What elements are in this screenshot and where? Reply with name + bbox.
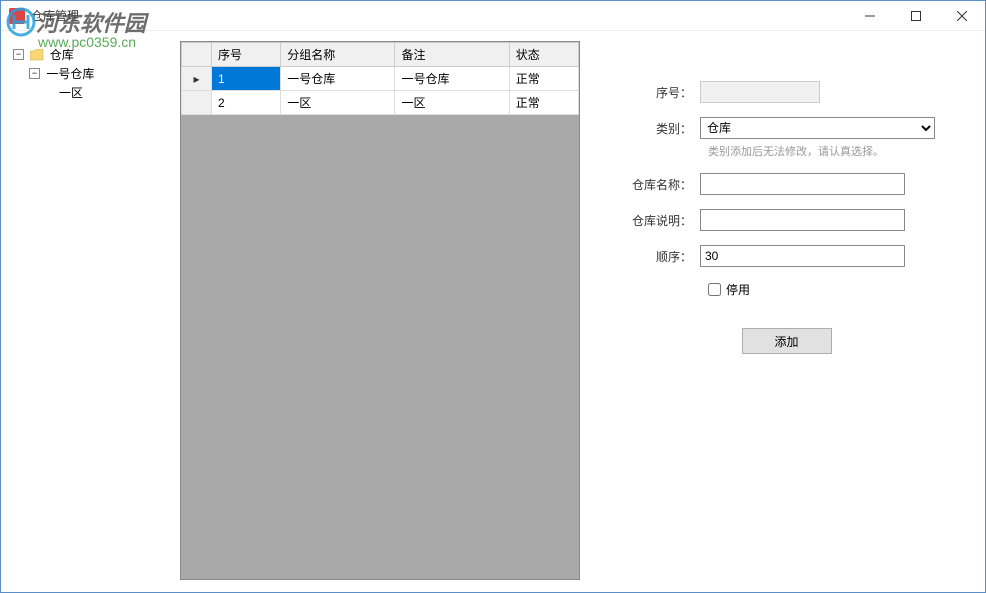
order-field[interactable] [700, 245, 905, 267]
tree-collapse-icon[interactable]: − [29, 68, 40, 79]
maximize-button[interactable] [893, 1, 939, 31]
cell-status: 正常 [509, 67, 578, 91]
grid-header[interactable]: 备注 [395, 43, 509, 67]
category-hint: 类别添加后无法修改，请认真选择。 [708, 143, 943, 159]
disabled-checkbox[interactable] [708, 283, 721, 296]
tree-item[interactable]: 一区 [13, 83, 170, 102]
warehouse-name-field[interactable] [700, 173, 905, 195]
tree-collapse-icon[interactable]: − [13, 49, 24, 60]
label-disabled: 停用 [726, 281, 750, 298]
form-panel: 序号： 类别： 仓库 类别添加后无法修改，请认真选择。 仓库名称： 仓库说明： … [580, 41, 973, 580]
grid-header[interactable]: 序号 [212, 43, 281, 67]
grid-header[interactable]: 状态 [509, 43, 578, 67]
app-icon [9, 8, 25, 24]
grid-corner [182, 43, 212, 67]
category-select[interactable]: 仓库 [700, 117, 935, 139]
row-indicator [182, 67, 212, 91]
tree-panel: − 仓库 − 一号仓库 一区 [9, 41, 174, 580]
label-warehouse-desc: 仓库说明： [630, 212, 700, 229]
cell-name: 一区 [281, 91, 395, 115]
tree-root[interactable]: − 仓库 [13, 45, 170, 64]
label-warehouse-name: 仓库名称： [630, 176, 700, 193]
cell-status: 正常 [509, 91, 578, 115]
main-window: 河东软件园 www.pc0359.cn 仓库管理 − 仓库 [0, 0, 986, 593]
minimize-button[interactable] [847, 1, 893, 31]
tree-item[interactable]: − 一号仓库 [13, 64, 170, 83]
label-order: 顺序： [630, 248, 700, 265]
tree-root-label: 仓库 [50, 48, 74, 62]
cell-remark: 一号仓库 [395, 67, 509, 91]
data-grid[interactable]: 序号 分组名称 备注 状态 1 一号仓库 一号仓库 正常 [180, 41, 580, 580]
folder-icon [30, 49, 44, 61]
cell-serial: 1 [212, 67, 281, 91]
cell-remark: 一区 [395, 91, 509, 115]
row-indicator [182, 91, 212, 115]
cell-name: 一号仓库 [281, 67, 395, 91]
tree-item-label: 一区 [59, 86, 83, 100]
close-button[interactable] [939, 1, 985, 31]
add-button[interactable]: 添加 [742, 328, 832, 354]
grid-header-row: 序号 分组名称 备注 状态 [182, 43, 579, 67]
content-area: − 仓库 − 一号仓库 一区 序号 分组名称 [1, 31, 985, 592]
table-row[interactable]: 1 一号仓库 一号仓库 正常 [182, 67, 579, 91]
warehouse-desc-field[interactable] [700, 209, 905, 231]
tree-item-label: 一号仓库 [46, 67, 94, 81]
serial-field [700, 81, 820, 103]
label-category: 类别： [630, 120, 700, 137]
cell-serial: 2 [212, 91, 281, 115]
window-title: 仓库管理 [31, 7, 847, 24]
label-serial: 序号： [630, 84, 700, 101]
table-row[interactable]: 2 一区 一区 正常 [182, 91, 579, 115]
titlebar: 仓库管理 [1, 1, 985, 31]
grid-header[interactable]: 分组名称 [281, 43, 395, 67]
